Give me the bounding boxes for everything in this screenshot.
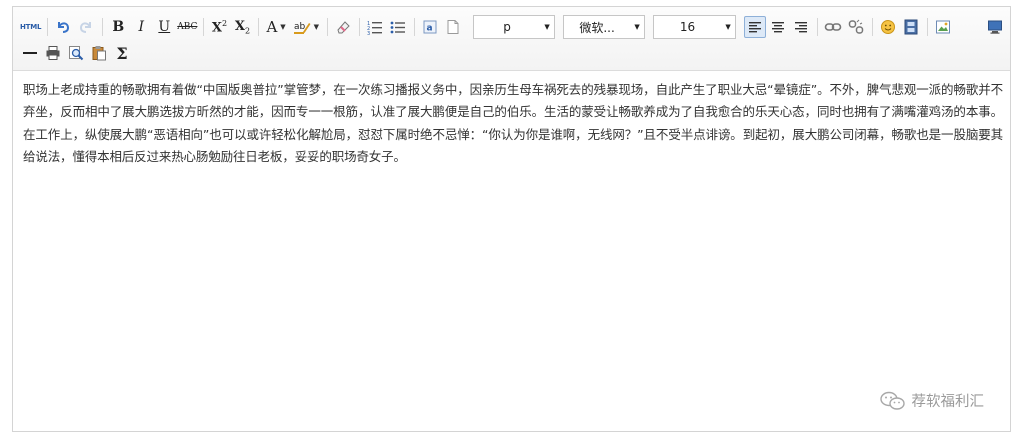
svg-text:a: a — [427, 24, 433, 34]
font-family-select[interactable]: 微软... ▼ — [563, 15, 646, 39]
unlink-icon — [848, 19, 864, 34]
align-right-icon — [795, 22, 808, 33]
undo-button[interactable] — [52, 16, 74, 38]
chevron-down-icon: ▼ — [280, 23, 286, 31]
video-icon — [904, 19, 918, 35]
toolbar-divider — [359, 18, 361, 36]
strikethrough-icon: ABC — [177, 22, 198, 32]
font-color-icon: A — [266, 18, 278, 36]
formula-icon: Σ — [116, 43, 128, 63]
unlink-button[interactable] — [845, 16, 867, 38]
editor-content[interactable]: 职场上老成持重的畅歌拥有着做“中国版奥普拉”掌管梦，在一次练习播报义务中，因亲历… — [23, 79, 1003, 169]
paste-text-button[interactable]: a — [419, 16, 441, 38]
highlight-button[interactable]: ab ▼ — [290, 16, 322, 38]
editor-toolbar: HTML B I U ABC X2 X2 A ▼ ab ▼ 1 2 3 a p … — [13, 7, 1010, 71]
eraser-icon — [337, 21, 350, 34]
align-right-button[interactable] — [790, 16, 812, 38]
chevron-down-icon: ▼ — [725, 23, 731, 31]
align-center-icon — [772, 22, 785, 33]
print-button[interactable] — [42, 42, 64, 64]
chevron-down-icon: ▼ — [544, 23, 550, 31]
bold-icon: B — [112, 19, 125, 35]
video-button[interactable] — [900, 16, 922, 38]
emoticon-button[interactable] — [877, 16, 899, 38]
ordered-list-button[interactable]: 1 2 3 — [364, 16, 386, 38]
underline-icon: U — [158, 19, 171, 35]
undo-icon — [58, 22, 70, 33]
align-center-button[interactable] — [767, 16, 789, 38]
link-button[interactable] — [822, 16, 844, 38]
underline-button[interactable]: U — [153, 16, 175, 38]
italic-icon: I — [138, 19, 145, 35]
toolbar-divider — [102, 18, 104, 36]
watermark: 荐软福利汇 — [879, 390, 985, 411]
superscript-icon: X2 — [211, 18, 228, 36]
watermark-text: 荐软福利汇 — [911, 394, 985, 410]
paste-word-icon — [92, 46, 106, 61]
paste-text-icon: a — [423, 20, 437, 34]
paste-word-button[interactable] — [88, 42, 110, 64]
print-icon — [46, 46, 60, 60]
image-icon — [936, 20, 951, 34]
toolbar-divider — [927, 18, 929, 36]
toolbar-divider — [817, 18, 819, 36]
svg-text:3: 3 — [367, 31, 370, 35]
strikethrough-button[interactable]: ABC — [176, 16, 198, 38]
preview-icon — [988, 20, 1002, 34]
chevron-down-icon: ▼ — [313, 23, 320, 31]
subscript-button[interactable]: X2 — [231, 16, 253, 38]
bold-button[interactable]: B — [107, 16, 129, 38]
redo-button[interactable] — [75, 16, 97, 38]
paragraph-format-select[interactable]: p ▼ — [473, 15, 556, 39]
image-button[interactable] — [932, 16, 954, 38]
toolbar-row-2: Σ — [19, 40, 134, 66]
svg-text:ab: ab — [294, 22, 306, 32]
font-color-button[interactable]: A ▼ — [263, 16, 288, 38]
toolbar-divider — [258, 18, 260, 36]
redo-icon — [80, 22, 92, 33]
italic-button[interactable]: I — [130, 16, 152, 38]
toolbar-divider — [47, 18, 49, 36]
unordered-list-button[interactable] — [387, 16, 409, 38]
preview-button[interactable] — [984, 16, 1006, 38]
blank-page-button[interactable] — [442, 16, 464, 38]
font-size-select[interactable]: 16 ▼ — [653, 15, 737, 39]
wechat-icon — [879, 391, 905, 410]
toolbar-divider — [414, 18, 416, 36]
subscript-icon: X2 — [234, 18, 251, 36]
toolbar-divider — [327, 18, 329, 36]
chevron-down-icon: ▼ — [634, 23, 640, 31]
horizontal-rule-icon — [23, 52, 37, 54]
ordered-list-icon: 1 2 3 — [367, 21, 383, 35]
align-left-icon — [749, 22, 762, 33]
link-icon — [824, 23, 842, 31]
align-left-button[interactable] — [744, 16, 767, 38]
search-replace-button[interactable] — [65, 42, 87, 64]
blank-page-icon — [447, 20, 459, 34]
emoticon-icon — [881, 20, 896, 34]
toolbar-divider — [203, 18, 205, 36]
html-source-icon: HTML — [20, 23, 42, 31]
superscript-button[interactable]: X2 — [208, 16, 230, 38]
highlight-icon: ab — [293, 22, 311, 34]
rich-text-editor: HTML B I U ABC X2 X2 A ▼ ab ▼ 1 2 3 a p … — [12, 6, 1011, 432]
eraser-button[interactable] — [332, 16, 354, 38]
toolbar-row-1: HTML B I U ABC X2 X2 A ▼ ab ▼ 1 2 3 a p … — [19, 14, 1007, 40]
horizontal-rule-button[interactable] — [19, 42, 41, 64]
html-source-button[interactable]: HTML — [19, 16, 42, 38]
toolbar-divider — [872, 18, 874, 36]
formula-button[interactable]: Σ — [111, 42, 133, 64]
search-replace-icon — [69, 46, 84, 61]
unordered-list-icon — [390, 21, 406, 34]
content-paragraph[interactable]: 职场上老成持重的畅歌拥有着做“中国版奥普拉”掌管梦，在一次练习播报义务中，因亲历… — [23, 79, 1003, 169]
